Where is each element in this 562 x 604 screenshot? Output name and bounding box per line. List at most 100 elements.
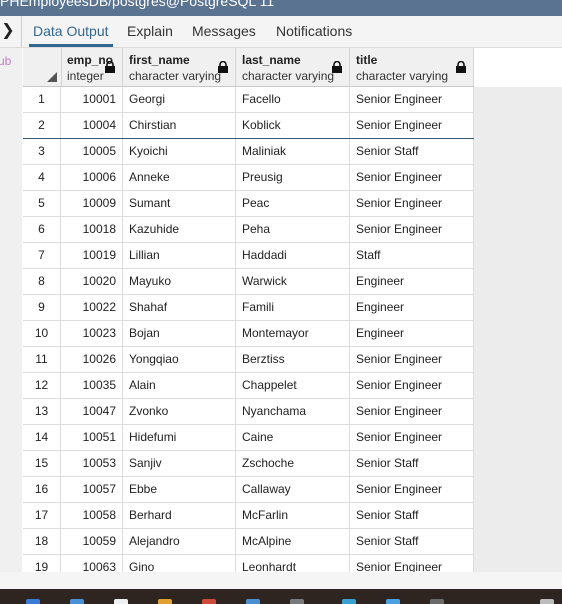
table-row[interactable]: 15 10053 Sanjiv Zschoche Senior Staff: [23, 451, 474, 477]
cell-title[interactable]: Senior Staff: [350, 451, 474, 476]
cell-title[interactable]: Senior Staff: [350, 529, 474, 554]
row-number[interactable]: 1: [23, 87, 61, 112]
table-row[interactable]: 17 10058 Berhard McFarlin Senior Staff: [23, 503, 474, 529]
cell-title[interactable]: Senior Engineer: [350, 373, 474, 398]
cell-last-name[interactable]: McFarlin: [236, 503, 350, 528]
table-row[interactable]: 10 10023 Bojan Montemayor Engineer: [23, 321, 474, 347]
row-number[interactable]: 11: [23, 347, 61, 372]
row-number[interactable]: 8: [23, 269, 61, 294]
cell-last-name[interactable]: Zschoche: [236, 451, 350, 476]
cell-first-name[interactable]: Yongqiao: [123, 347, 236, 372]
row-number[interactable]: 12: [23, 373, 61, 398]
cell-last-name[interactable]: Montemayor: [236, 321, 350, 346]
cell-first-name[interactable]: Zvonko: [123, 399, 236, 424]
chevron-right-icon[interactable]: ❯: [0, 22, 16, 40]
row-number[interactable]: 15: [23, 451, 61, 476]
table-row[interactable]: 5 10009 Sumant Peac Senior Engineer: [23, 191, 474, 217]
taskbar-app-icon[interactable]: [290, 599, 304, 604]
taskbar-app-icon[interactable]: [26, 599, 40, 604]
table-row[interactable]: 1 10001 Georgi Facello Senior Engineer: [23, 87, 474, 113]
cell-last-name[interactable]: Berztiss: [236, 347, 350, 372]
cell-emp-no[interactable]: 10051: [61, 425, 123, 450]
cell-title[interactable]: Staff: [350, 243, 474, 268]
tab-notifications[interactable]: Notifications: [276, 16, 352, 47]
cell-first-name[interactable]: Shahaf: [123, 295, 236, 320]
cell-title[interactable]: Senior Engineer: [350, 347, 474, 372]
tab-data-output[interactable]: Data Output: [29, 16, 112, 47]
taskbar-app-icon[interactable]: [342, 599, 356, 604]
cell-last-name[interactable]: Preusig: [236, 165, 350, 190]
cell-emp-no[interactable]: 10026: [61, 347, 123, 372]
table-row[interactable]: 18 10059 Alejandro McAlpine Senior Staff: [23, 529, 474, 555]
cell-last-name[interactable]: Maliniak: [236, 139, 350, 164]
column-header-title[interactable]: title character varying: [350, 48, 474, 86]
cell-first-name[interactable]: Mayuko: [123, 269, 236, 294]
table-row[interactable]: 14 10051 Hidefumi Caine Senior Engineer: [23, 425, 474, 451]
taskbar-app-icon[interactable]: [386, 599, 400, 604]
taskbar-app-icon[interactable]: [158, 599, 172, 604]
cell-emp-no[interactable]: 10058: [61, 503, 123, 528]
table-row[interactable]: 2 10004 Chirstian Koblick Senior Engineer: [23, 113, 474, 139]
cell-first-name[interactable]: Georgi: [123, 87, 236, 112]
cell-first-name[interactable]: Hidefumi: [123, 425, 236, 450]
taskbar-app-icon[interactable]: [246, 599, 260, 604]
row-number[interactable]: 6: [23, 217, 61, 242]
cell-emp-no[interactable]: 10006: [61, 165, 123, 190]
table-row[interactable]: 6 10018 Kazuhide Peha Senior Engineer: [23, 217, 474, 243]
row-number[interactable]: 7: [23, 243, 61, 268]
cell-first-name[interactable]: Kyoichi: [123, 139, 236, 164]
horizontal-scrollbar[interactable]: [0, 572, 562, 589]
cell-emp-no[interactable]: 10018: [61, 217, 123, 242]
cell-last-name[interactable]: Peac: [236, 191, 350, 216]
row-number[interactable]: 9: [23, 295, 61, 320]
cell-first-name[interactable]: Anneke: [123, 165, 236, 190]
cell-emp-no[interactable]: 10009: [61, 191, 123, 216]
cell-last-name[interactable]: Nyanchama: [236, 399, 350, 424]
cell-last-name[interactable]: Caine: [236, 425, 350, 450]
cell-first-name[interactable]: Kazuhide: [123, 217, 236, 242]
cell-first-name[interactable]: Bojan: [123, 321, 236, 346]
cell-title[interactable]: Senior Staff: [350, 503, 474, 528]
cell-last-name[interactable]: Haddadi: [236, 243, 350, 268]
row-number[interactable]: 16: [23, 477, 61, 502]
cell-emp-no[interactable]: 10059: [61, 529, 123, 554]
table-row[interactable]: 11 10026 Yongqiao Berztiss Senior Engineer: [23, 347, 474, 373]
row-number[interactable]: 17: [23, 503, 61, 528]
select-all-corner[interactable]: [23, 48, 62, 86]
cell-emp-no[interactable]: 10020: [61, 269, 123, 294]
cell-last-name[interactable]: Peha: [236, 217, 350, 242]
row-number[interactable]: 4: [23, 165, 61, 190]
table-row[interactable]: 13 10047 Zvonko Nyanchama Senior Engineer: [23, 399, 474, 425]
column-header-emp-no[interactable]: emp_no integer: [61, 48, 123, 86]
cell-title[interactable]: Engineer: [350, 269, 474, 294]
row-number[interactable]: 18: [23, 529, 61, 554]
cell-title[interactable]: Engineer: [350, 321, 474, 346]
tab-explain[interactable]: Explain: [127, 16, 173, 47]
cell-emp-no[interactable]: 10047: [61, 399, 123, 424]
column-header-last-name[interactable]: last_name character varying: [236, 48, 350, 86]
row-number[interactable]: 14: [23, 425, 61, 450]
taskbar-app-icon[interactable]: [202, 599, 216, 604]
taskbar-app-icon[interactable]: [114, 599, 128, 604]
row-number[interactable]: 13: [23, 399, 61, 424]
cell-emp-no[interactable]: 10019: [61, 243, 123, 268]
table-row[interactable]: 16 10057 Ebbe Callaway Senior Engineer: [23, 477, 474, 503]
cell-emp-no[interactable]: 10005: [61, 139, 123, 164]
cell-title[interactable]: Senior Engineer: [350, 217, 474, 242]
cell-emp-no[interactable]: 10022: [61, 295, 123, 320]
table-row[interactable]: 7 10019 Lillian Haddadi Staff: [23, 243, 474, 269]
table-row[interactable]: 9 10022 Shahaf Famili Engineer: [23, 295, 474, 321]
cell-title[interactable]: Senior Engineer: [350, 399, 474, 424]
row-number[interactable]: 10: [23, 321, 61, 346]
cell-first-name[interactable]: Ebbe: [123, 477, 236, 502]
cell-emp-no[interactable]: 10053: [61, 451, 123, 476]
cell-last-name[interactable]: Warwick: [236, 269, 350, 294]
cell-first-name[interactable]: Sumant: [123, 191, 236, 216]
cell-last-name[interactable]: Facello: [236, 87, 350, 112]
cell-first-name[interactable]: Berhard: [123, 503, 236, 528]
cell-last-name[interactable]: McAlpine: [236, 529, 350, 554]
cell-emp-no[interactable]: 10004: [61, 113, 123, 138]
cell-first-name[interactable]: Chirstian: [123, 113, 236, 138]
cell-title[interactable]: Senior Staff: [350, 139, 474, 164]
cell-first-name[interactable]: Alejandro: [123, 529, 236, 554]
